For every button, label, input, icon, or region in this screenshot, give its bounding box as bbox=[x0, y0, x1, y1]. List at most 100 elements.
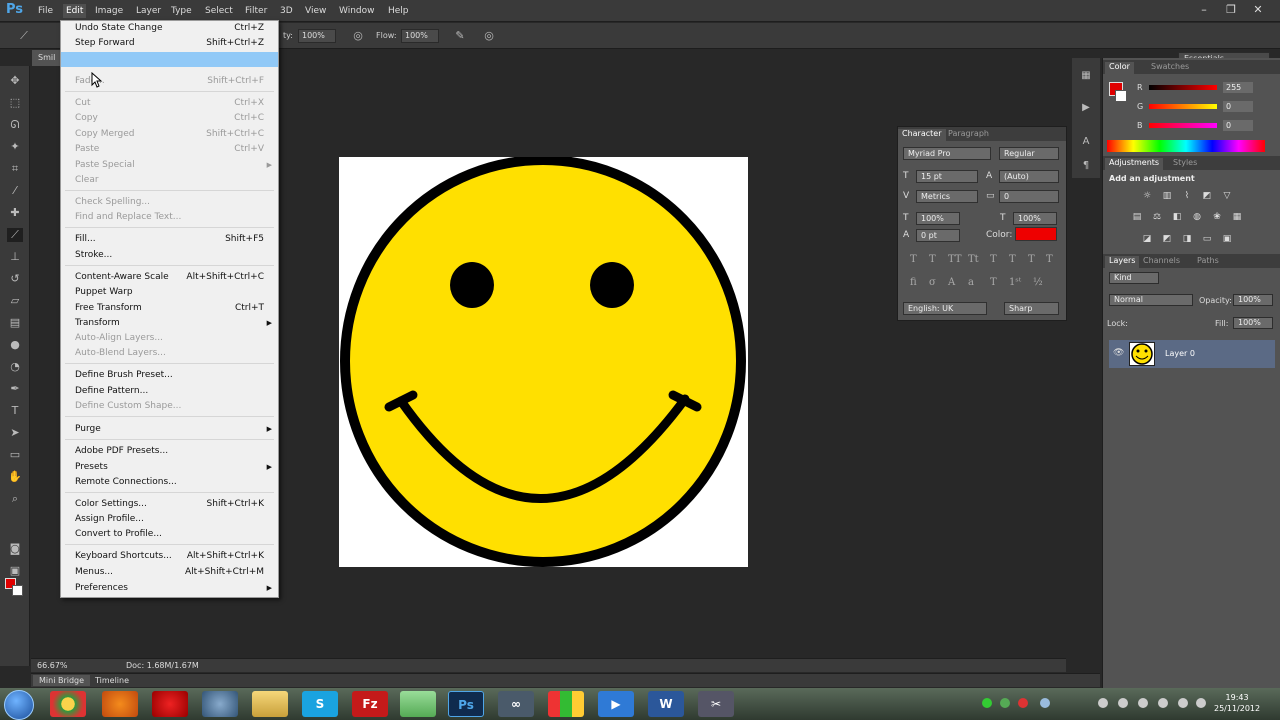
network-icon[interactable] bbox=[202, 691, 238, 717]
notepad-icon[interactable] bbox=[400, 691, 436, 717]
kerning-field[interactable]: Metrics bbox=[916, 190, 978, 203]
tray-icon[interactable] bbox=[1158, 698, 1168, 708]
character-panel-icon[interactable]: A bbox=[1079, 136, 1093, 150]
menu-item-auto-blend[interactable]: Auto-Blend Layers... bbox=[61, 346, 278, 361]
swash-icon[interactable]: A bbox=[948, 277, 955, 288]
actions-panel-icon[interactable]: ▶ bbox=[1079, 102, 1093, 116]
fractions-icon[interactable]: ½ bbox=[1033, 277, 1043, 288]
menu-item-copy[interactable]: Copy Ctrl+C bbox=[61, 111, 278, 126]
green-slider[interactable] bbox=[1149, 104, 1217, 109]
menu-item-undo[interactable]: Undo State Change Ctrl+Z bbox=[61, 21, 278, 36]
background-color-swatch[interactable] bbox=[12, 585, 23, 596]
tab-paragraph[interactable]: Paragraph bbox=[944, 129, 993, 138]
selective-color-icon[interactable]: ▣ bbox=[1221, 234, 1233, 244]
menu-item-paste-special[interactable]: Paste Special ▶ bbox=[61, 158, 278, 173]
hue-sat-icon[interactable]: ▤ bbox=[1131, 212, 1143, 222]
layer-name[interactable]: Layer 0 bbox=[1165, 349, 1195, 358]
underline-icon[interactable]: T bbox=[1028, 254, 1035, 265]
word-icon[interactable]: W bbox=[648, 691, 684, 717]
baseline-shift-field[interactable]: 0 pt bbox=[916, 229, 960, 242]
layer-filter-kind[interactable]: Kind bbox=[1109, 272, 1159, 284]
color-balance-icon[interactable]: ⚖ bbox=[1151, 212, 1163, 222]
menu-item-content-aware-scale[interactable]: Content-Aware Scale Alt+Shift+Ctrl+C bbox=[61, 270, 278, 285]
menu-item-purge[interactable]: Purge ▶ bbox=[61, 422, 278, 437]
titling-icon[interactable]: T bbox=[990, 277, 997, 288]
vertical-scale-field[interactable]: 100% bbox=[916, 212, 960, 225]
taskbar-clock[interactable]: 19:43 25/11/2012 bbox=[1214, 692, 1260, 714]
menu-type[interactable]: Type bbox=[168, 4, 195, 18]
move-tool-icon[interactable]: ✥ bbox=[7, 74, 23, 88]
menu-item-convert-profile[interactable]: Convert to Profile... bbox=[61, 527, 278, 542]
exposure-icon[interactable]: ◩ bbox=[1201, 191, 1213, 201]
photo-filter-icon[interactable]: ◍ bbox=[1191, 212, 1203, 222]
brush-preset-icon[interactable]: ⟋ bbox=[16, 29, 32, 43]
menu-item-pdf-presets[interactable]: Adobe PDF Presets... bbox=[61, 444, 278, 459]
menu-edit[interactable]: Edit bbox=[63, 4, 87, 18]
clone-stamp-icon[interactable]: ⊥ bbox=[7, 250, 23, 264]
restore-button[interactable]: ❐ bbox=[1220, 2, 1242, 18]
chrome-icon[interactable] bbox=[50, 691, 86, 717]
tray-icon[interactable] bbox=[1000, 698, 1010, 708]
menu-item-color-settings[interactable]: Color Settings... Shift+Ctrl+K bbox=[61, 497, 278, 512]
channel-mixer-icon[interactable]: ❀ bbox=[1211, 212, 1223, 222]
pen-tool-icon[interactable]: ✒ bbox=[7, 382, 23, 396]
tab-mini-bridge[interactable]: Mini Bridge bbox=[33, 675, 91, 686]
blur-tool-icon[interactable]: ● bbox=[7, 338, 23, 352]
leading-field[interactable]: (Auto) bbox=[999, 170, 1059, 183]
strikethrough-icon[interactable]: T bbox=[1046, 254, 1053, 265]
red-value[interactable]: 255 bbox=[1223, 82, 1253, 93]
font-style-select[interactable]: Regular bbox=[999, 147, 1059, 160]
superscript-icon[interactable]: T bbox=[990, 254, 997, 265]
tool-icon[interactable]: ✂ bbox=[698, 691, 734, 717]
app-icon[interactable]: ∞ bbox=[498, 691, 534, 717]
all-caps-icon[interactable]: TT bbox=[948, 254, 962, 265]
marquee-tool-icon[interactable]: ⬚ bbox=[7, 96, 23, 110]
menu-item-keyboard-shortcuts[interactable]: Keyboard Shortcuts... Alt+Shift+Ctrl+K bbox=[61, 549, 278, 564]
quick-mask-icon[interactable]: ◙ bbox=[7, 542, 23, 556]
color-lookup-icon[interactable]: ▦ bbox=[1231, 212, 1243, 222]
text-color-swatch[interactable] bbox=[1015, 227, 1057, 241]
curves-icon[interactable]: ⌇ bbox=[1181, 191, 1193, 201]
color-panel-background[interactable] bbox=[1115, 90, 1127, 102]
tab-timeline[interactable]: Timeline bbox=[89, 675, 135, 686]
tab-channels[interactable]: Channels bbox=[1139, 256, 1184, 265]
menu-item-assign-profile[interactable]: Assign Profile... bbox=[61, 512, 278, 527]
hand-tool-icon[interactable]: ✋ bbox=[7, 470, 23, 484]
eraser-icon[interactable]: ▱ bbox=[7, 294, 23, 308]
blend-mode-select[interactable]: Normal bbox=[1109, 294, 1193, 306]
menu-layer[interactable]: Layer bbox=[133, 4, 164, 18]
tray-icon[interactable] bbox=[982, 698, 992, 708]
layer-fill-field[interactable]: 100% bbox=[1233, 317, 1273, 329]
anti-alias-select[interactable]: Sharp bbox=[1004, 302, 1059, 315]
brightness-icon[interactable]: ☼ bbox=[1141, 191, 1153, 201]
opacity-field[interactable]: 100% bbox=[298, 29, 336, 43]
firefox-icon[interactable] bbox=[102, 691, 138, 717]
magic-wand-icon[interactable]: ✦ bbox=[7, 140, 23, 154]
blue-slider[interactable] bbox=[1149, 123, 1217, 128]
start-button[interactable] bbox=[4, 690, 34, 720]
faux-bold-icon[interactable]: T bbox=[910, 254, 917, 265]
language-select[interactable]: English: UK bbox=[903, 302, 987, 315]
filezilla-icon[interactable]: Fz bbox=[352, 691, 388, 717]
path-selection-icon[interactable]: ➤ bbox=[7, 426, 23, 440]
opera-icon[interactable] bbox=[152, 691, 188, 717]
pressure-opacity-icon[interactable]: ◎ bbox=[350, 29, 366, 43]
history-panel-icon[interactable]: ▦ bbox=[1079, 70, 1093, 84]
menu-item-auto-align[interactable]: Auto-Align Layers... bbox=[61, 331, 278, 346]
menu-item-free-transform[interactable]: Free Transform Ctrl+T bbox=[61, 301, 278, 316]
font-family-select[interactable]: Myriad Pro bbox=[903, 147, 991, 160]
tab-color[interactable]: Color bbox=[1105, 62, 1134, 74]
type-tool-icon[interactable]: T bbox=[7, 404, 23, 418]
player-icon[interactable]: ▶ bbox=[598, 691, 634, 717]
tray-icon[interactable] bbox=[1018, 698, 1028, 708]
minimize-button[interactable]: – bbox=[1193, 2, 1215, 18]
ordinals-icon[interactable]: 1ˢᵗ bbox=[1009, 277, 1021, 288]
shape-tool-icon[interactable]: ▭ bbox=[7, 448, 23, 462]
font-size-field[interactable]: 15 pt bbox=[916, 170, 978, 183]
tab-adjustments[interactable]: Adjustments bbox=[1105, 158, 1164, 170]
gradient-map-icon[interactable]: ▭ bbox=[1201, 234, 1213, 244]
brush-tool-icon[interactable]: ⟋ bbox=[7, 228, 23, 242]
lasso-tool-icon[interactable]: ᘏ bbox=[7, 118, 23, 132]
menu-item-step-forward[interactable]: Step Forward Shift+Ctrl+Z bbox=[61, 36, 278, 51]
volume-icon[interactable] bbox=[1178, 698, 1188, 708]
